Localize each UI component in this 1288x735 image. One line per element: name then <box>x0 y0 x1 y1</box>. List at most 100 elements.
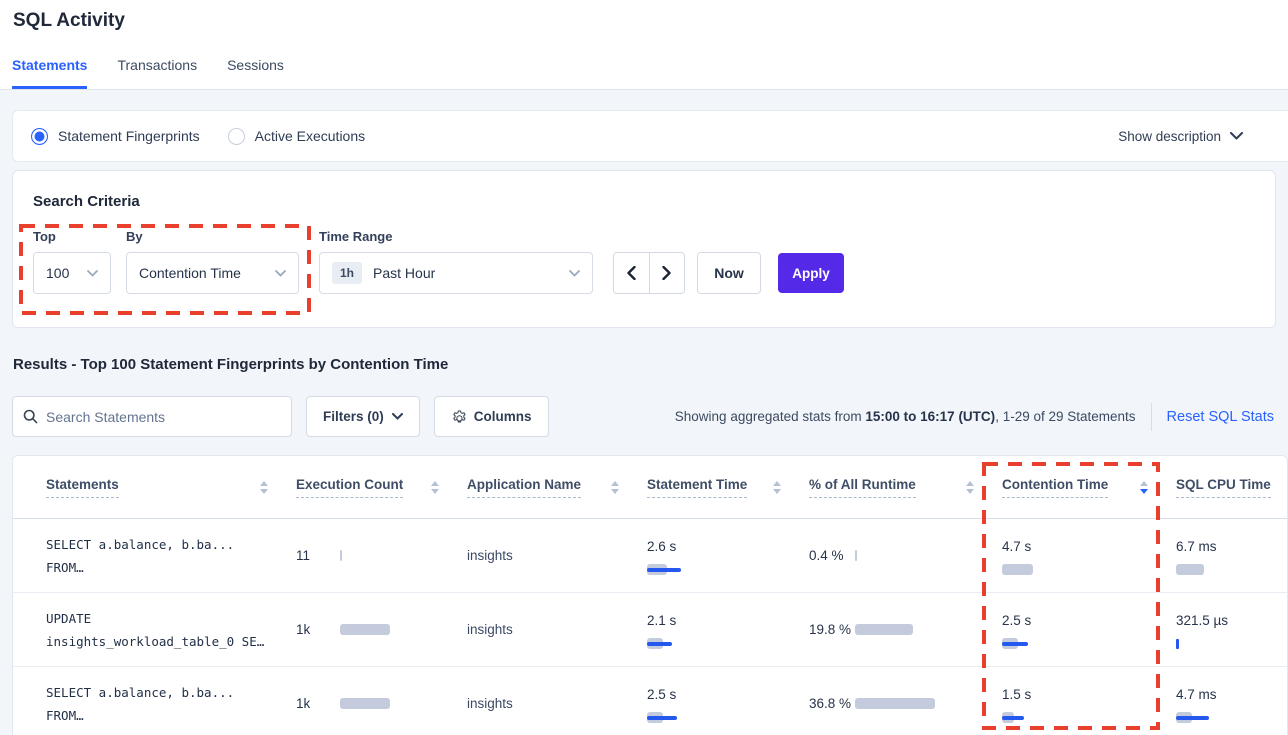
results-toolbar: Filters (0) Columns Showing aggregated s… <box>12 396 1280 437</box>
sort-icon <box>431 481 439 494</box>
by-select-value: Contention Time <box>139 265 241 281</box>
statement-time-cell: 2.5 s <box>647 683 809 724</box>
chevron-right-icon <box>662 266 671 280</box>
pct-runtime-cell: 19.8 % <box>809 618 1002 642</box>
chevron-down-icon <box>569 270 580 277</box>
sql-cpu-time-bar <box>1176 712 1266 724</box>
sort-icon <box>611 481 619 494</box>
sort-icon <box>773 481 781 494</box>
sql-cpu-time-bar <box>1176 564 1266 576</box>
table-row: SELECT a.balance, b.ba...FROM… 1k insigh… <box>13 667 1287 735</box>
execution-count-cell: 1k <box>296 622 467 637</box>
chevron-down-icon <box>275 270 286 277</box>
aggregated-stats-text: Showing aggregated stats from 15:00 to 1… <box>675 409 1136 424</box>
statement-time-bar <box>647 564 737 576</box>
by-select[interactable]: Contention Time <box>126 252 299 294</box>
column-header-pct-runtime[interactable]: % of All Runtime <box>809 477 1002 498</box>
now-button[interactable]: Now <box>697 252 761 294</box>
by-label: By <box>126 229 143 244</box>
statement-link[interactable]: SELECT a.balance, b.ba...FROM… <box>46 533 296 579</box>
contention-time-cell: 2.5 s <box>1002 609 1176 650</box>
application-name-cell: insights <box>467 622 647 637</box>
contention-time-cell: 4.7 s <box>1002 535 1176 576</box>
column-header-statement-time[interactable]: Statement Time <box>647 477 809 498</box>
statement-link[interactable]: UPDATEinsights_workload_table_0 SE… <box>46 607 296 653</box>
execution-count-bar <box>340 698 430 710</box>
sql-cpu-time-cell: 4.7 ms <box>1176 683 1288 724</box>
page-title: SQL Activity <box>13 10 125 32</box>
time-range-badge: 1h <box>332 262 362 284</box>
sql-cpu-time-cell: 6.7 ms <box>1176 535 1288 576</box>
contention-time-bar <box>1002 712 1092 724</box>
statements-table: Statements Execution Count Application N… <box>12 455 1288 735</box>
statement-link[interactable]: SELECT a.balance, b.ba...FROM… <box>46 681 296 727</box>
filters-button[interactable]: Filters (0) <box>306 396 420 437</box>
top-select[interactable]: 100 <box>33 252 111 294</box>
columns-label: Columns <box>474 409 532 424</box>
show-description-label: Show description <box>1118 129 1221 144</box>
radio-statement-fingerprints[interactable]: Statement Fingerprints <box>31 128 200 145</box>
next-interval-button[interactable] <box>649 253 684 293</box>
page-header: SQL Activity Statements Transactions Ses… <box>0 0 1288 90</box>
apply-button[interactable]: Apply <box>778 253 844 293</box>
column-header-contention-time[interactable]: Contention Time <box>1002 477 1176 498</box>
chevron-down-icon <box>392 413 403 420</box>
chevron-left-icon <box>627 266 636 280</box>
sql-cpu-time-bar <box>1176 638 1266 650</box>
time-range-label: Time Range <box>319 229 392 244</box>
execution-count-cell: 11 <box>296 548 467 563</box>
column-header-application-name[interactable]: Application Name <box>467 477 647 498</box>
statement-time-cell: 2.6 s <box>647 535 809 576</box>
top-select-value: 100 <box>46 265 69 281</box>
radio-unselected-icon <box>228 128 245 145</box>
pct-runtime-cell: 36.8 % <box>809 692 1002 716</box>
reset-sql-stats-link[interactable]: Reset SQL Stats <box>1167 409 1274 425</box>
contention-time-bar <box>1002 638 1092 650</box>
statement-time-bar <box>647 638 737 650</box>
application-name-cell: insights <box>467 696 647 711</box>
contention-time-bar <box>1002 564 1092 576</box>
sort-icon <box>966 481 974 494</box>
previous-interval-button[interactable] <box>614 253 649 293</box>
tab-bar: Statements Transactions Sessions <box>12 57 284 89</box>
column-header-statements[interactable]: Statements <box>46 477 296 498</box>
time-step-buttons <box>613 252 685 294</box>
search-statements-box[interactable] <box>12 396 292 437</box>
filters-label: Filters (0) <box>323 409 384 424</box>
sort-icon <box>260 481 268 494</box>
divider <box>1151 403 1152 431</box>
chevron-down-icon <box>1230 132 1243 140</box>
statement-time-cell: 2.1 s <box>647 609 809 650</box>
table-row: UPDATEinsights_workload_table_0 SE… 1k i… <box>13 593 1287 667</box>
columns-button[interactable]: Columns <box>434 396 549 437</box>
table-header-row: Statements Execution Count Application N… <box>13 456 1287 519</box>
time-range-value: Past Hour <box>373 265 435 281</box>
tab-statements[interactable]: Statements <box>12 57 87 89</box>
radio-label: Active Executions <box>255 128 366 144</box>
top-label: Top <box>33 229 56 244</box>
chevron-down-icon <box>87 270 98 277</box>
search-statements-input[interactable] <box>46 409 281 425</box>
sql-cpu-time-cell: 321.5 µs <box>1176 609 1288 650</box>
radio-active-executions[interactable]: Active Executions <box>228 128 366 145</box>
search-criteria-title: Search Criteria <box>33 193 140 210</box>
column-header-sql-cpu-time[interactable]: SQL CPU Time <box>1176 477 1288 498</box>
table-row: SELECT a.balance, b.ba...FROM… 11 insigh… <box>13 519 1287 593</box>
pct-runtime-bar <box>855 550 945 562</box>
column-header-execution-count[interactable]: Execution Count <box>296 477 467 498</box>
time-range-select[interactable]: 1h Past Hour <box>319 252 593 294</box>
execution-count-cell: 1k <box>296 696 467 711</box>
tab-sessions[interactable]: Sessions <box>227 57 284 89</box>
results-heading: Results - Top 100 Statement Fingerprints… <box>13 356 448 373</box>
application-name-cell: insights <box>467 548 647 563</box>
statement-time-bar <box>647 712 737 724</box>
search-icon <box>23 409 38 424</box>
contention-time-cell: 1.5 s <box>1002 683 1176 724</box>
sort-icon <box>1140 481 1148 494</box>
pct-runtime-bar <box>855 624 945 636</box>
tab-transactions[interactable]: Transactions <box>117 57 197 89</box>
view-mode-bar: Statement Fingerprints Active Executions… <box>12 110 1288 162</box>
execution-count-bar <box>340 550 430 562</box>
show-description-toggle[interactable]: Show description <box>1118 129 1243 144</box>
radio-label: Statement Fingerprints <box>58 128 200 144</box>
